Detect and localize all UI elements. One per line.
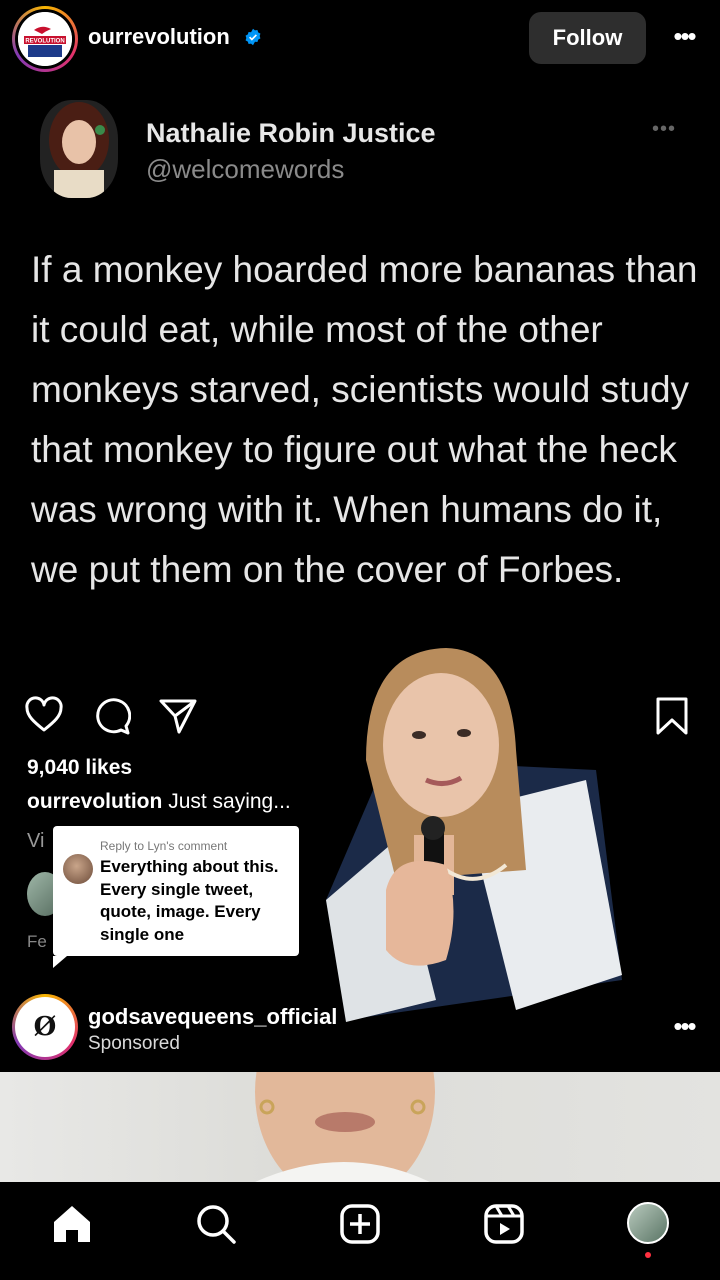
reply-comment-text: Everything about this. Every single twee…: [100, 857, 279, 944]
tweet-author-handle: @welcomewords: [146, 154, 345, 184]
search-icon[interactable]: [194, 1202, 238, 1246]
revolution-logo: REVOLUTION: [18, 12, 72, 66]
bottom-navigation: [0, 1182, 720, 1280]
share-send-icon[interactable]: [158, 696, 198, 736]
tweet-text: If a monkey hoarded more bananas than it…: [31, 249, 698, 590]
reels-icon[interactable]: [482, 1202, 526, 1246]
sponsored-post-header: Ø godsavequeens_official Sponsored •••: [0, 990, 720, 1070]
svg-text:REVOLUTION: REVOLUTION: [25, 39, 64, 45]
sponsor-username[interactable]: godsavequeens_official: [88, 1004, 337, 1030]
caption-text: Just saying...: [168, 790, 291, 813]
sponsor-logo: Ø: [15, 997, 75, 1057]
account-username[interactable]: ourrevolution: [88, 24, 230, 50]
tweet-author-avatar: [40, 100, 118, 198]
post-header: REVOLUTION ourrevolution Follow •••: [0, 0, 720, 80]
verified-badge-icon: [245, 28, 261, 46]
view-comments-link[interactable]: Vi: [27, 830, 44, 853]
sponsored-post-image[interactable]: [0, 1072, 720, 1182]
create-icon[interactable]: [338, 1202, 382, 1246]
caption-username[interactable]: ourrevolution: [27, 790, 162, 813]
tweet-more-icon: •••: [652, 118, 677, 140]
tweet-author-name: Nathalie Robin Justice: [146, 118, 436, 148]
sponsored-label: Sponsored: [88, 1033, 180, 1054]
tweet-image: Nathalie Robin Justice @welcomewords •••…: [0, 82, 720, 682]
post-date: Fe: [27, 932, 47, 951]
reply-comment-sticker[interactable]: Reply to Lyn's comment Everything about …: [53, 826, 299, 968]
notification-dot: [645, 1252, 651, 1258]
follow-button[interactable]: Follow: [529, 12, 646, 64]
likes-count[interactable]: 9,040 likes: [27, 756, 132, 780]
post-caption: ourrevolution Just saying...: [27, 790, 291, 814]
commenter-avatar: [63, 854, 93, 884]
account-avatar[interactable]: REVOLUTION: [12, 6, 78, 72]
more-horizontal-icon[interactable]: •••: [664, 1006, 704, 1046]
comment-icon[interactable]: [91, 696, 131, 736]
save-bookmark-icon[interactable]: [652, 696, 692, 736]
more-horizontal-icon[interactable]: •••: [664, 16, 704, 56]
creator-video-overlay[interactable]: [326, 640, 626, 1030]
profile-avatar[interactable]: [627, 1202, 669, 1244]
sponsor-avatar[interactable]: Ø: [12, 994, 78, 1060]
like-heart-icon[interactable]: [24, 696, 64, 736]
home-icon[interactable]: [50, 1202, 94, 1246]
reply-label: Reply to Lyn's comment: [100, 839, 228, 853]
